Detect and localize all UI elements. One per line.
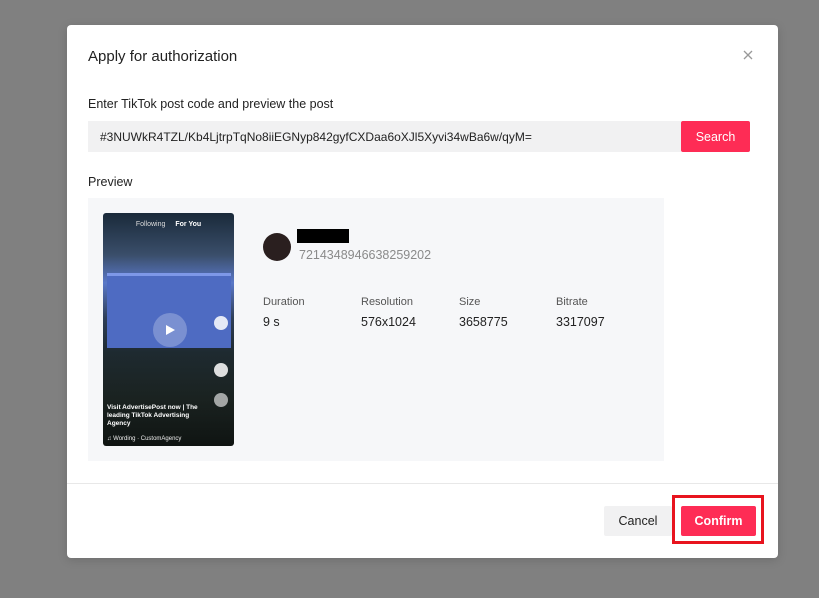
stat-value: 9 s bbox=[263, 315, 280, 329]
thumbnail-music: ♫ Wording · CustomAgency bbox=[107, 436, 182, 442]
preview-panel: Following For You Visit AdvertisePost no… bbox=[88, 198, 664, 461]
stat-label: Duration bbox=[263, 296, 305, 308]
share-icon bbox=[214, 393, 228, 407]
user-id: 7214348946638259202 bbox=[299, 248, 432, 262]
post-code-label: Enter TikTok post code and preview the p… bbox=[88, 97, 334, 111]
stat-value: 3658775 bbox=[459, 315, 508, 329]
thumbnail-caption: Visit AdvertisePost now | The leading Ti… bbox=[107, 404, 198, 427]
stat-bitrate: Bitrate 3317097 bbox=[556, 296, 605, 329]
thumbnail-tab-for-you: For You bbox=[175, 221, 202, 228]
stat-size: Size 3658775 bbox=[459, 296, 508, 329]
post-code-row: Search bbox=[88, 121, 750, 152]
post-code-input[interactable] bbox=[88, 121, 681, 152]
stat-value: 576x1024 bbox=[361, 315, 416, 329]
preview-label: Preview bbox=[88, 175, 133, 189]
dialog-title: Apply for authorization bbox=[88, 48, 238, 65]
video-thumbnail[interactable]: Following For You Visit AdvertisePost no… bbox=[103, 213, 234, 446]
username-redacted bbox=[297, 229, 349, 243]
authorization-dialog: Apply for authorization Enter TikTok pos… bbox=[67, 25, 778, 558]
cancel-button[interactable]: Cancel bbox=[604, 506, 672, 536]
stat-label: Size bbox=[459, 296, 481, 308]
stat-duration: Duration 9 s bbox=[263, 296, 305, 329]
stat-label: Resolution bbox=[361, 296, 413, 308]
stat-label: Bitrate bbox=[556, 296, 588, 308]
close-icon[interactable] bbox=[740, 47, 756, 63]
play-icon bbox=[153, 313, 187, 347]
comment-icon bbox=[214, 363, 228, 377]
footer-divider bbox=[67, 483, 778, 484]
stat-resolution: Resolution 576x1024 bbox=[361, 296, 416, 329]
thumbnail-tabs: Following For You bbox=[103, 221, 234, 228]
avatar bbox=[263, 233, 291, 261]
confirm-button[interactable]: Confirm bbox=[681, 506, 756, 536]
stat-value: 3317097 bbox=[556, 315, 605, 329]
search-button[interactable]: Search bbox=[681, 121, 750, 152]
thumbnail-tab-following: Following bbox=[135, 221, 166, 228]
profile-icon bbox=[214, 316, 228, 330]
